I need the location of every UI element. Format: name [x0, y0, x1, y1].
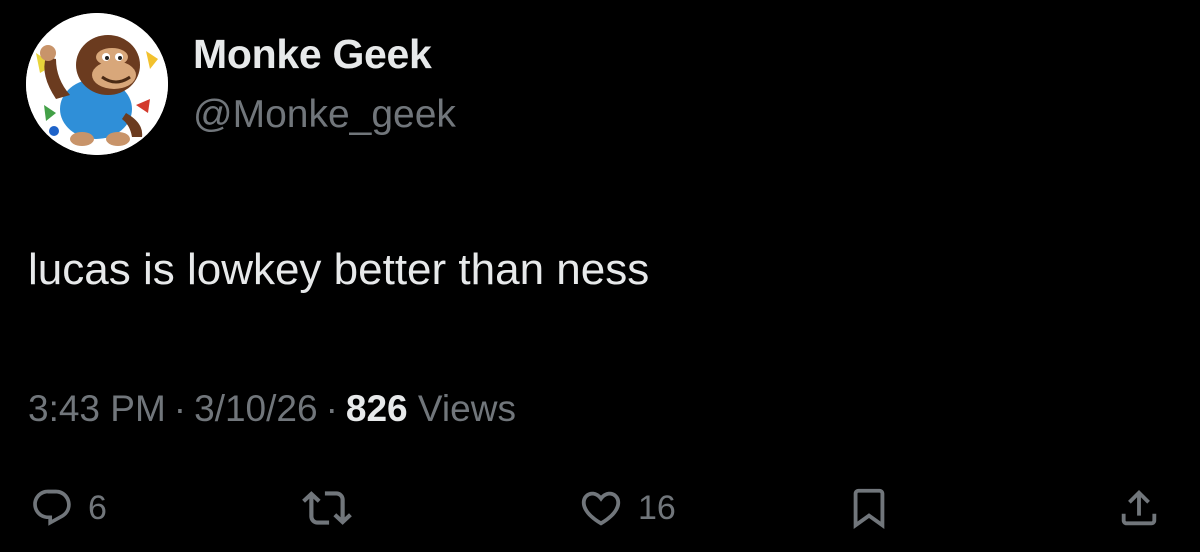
heart-icon [581, 491, 621, 526]
repost-button[interactable] [302, 486, 352, 530]
reply-button[interactable]: 6 [30, 486, 107, 530]
repost-icon [302, 491, 352, 525]
tweet-text: lucas is lowkey better than ness [28, 245, 650, 294]
display-name[interactable]: Monke Geek [193, 31, 432, 78]
meta-separator: · [173, 388, 187, 429]
tweet-time[interactable]: 3:43 PM [28, 388, 166, 429]
tweet: Monke Geek @Monke_geek lucas is lowkey b… [0, 0, 1200, 552]
tweet-meta: 3:43 PM · 3/10/26 · 826 Views [28, 388, 516, 430]
avatar[interactable] [26, 13, 168, 155]
reply-icon [33, 489, 71, 526]
views-count: 826 [345, 388, 408, 429]
meta-separator: · [325, 388, 338, 429]
bookmark-icon [853, 488, 885, 529]
bookmark-button[interactable] [846, 486, 892, 530]
user-handle[interactable]: @Monke_geek [193, 93, 456, 137]
share-icon [1121, 489, 1157, 526]
tweet-date[interactable]: 3/10/26 [194, 388, 317, 429]
share-button[interactable] [1116, 486, 1162, 530]
like-button[interactable]: 16 [578, 486, 676, 530]
reply-count: 6 [88, 488, 107, 527]
monkey-avatar-icon [26, 13, 168, 155]
views-label: Views [417, 388, 516, 429]
like-count: 16 [638, 488, 676, 527]
